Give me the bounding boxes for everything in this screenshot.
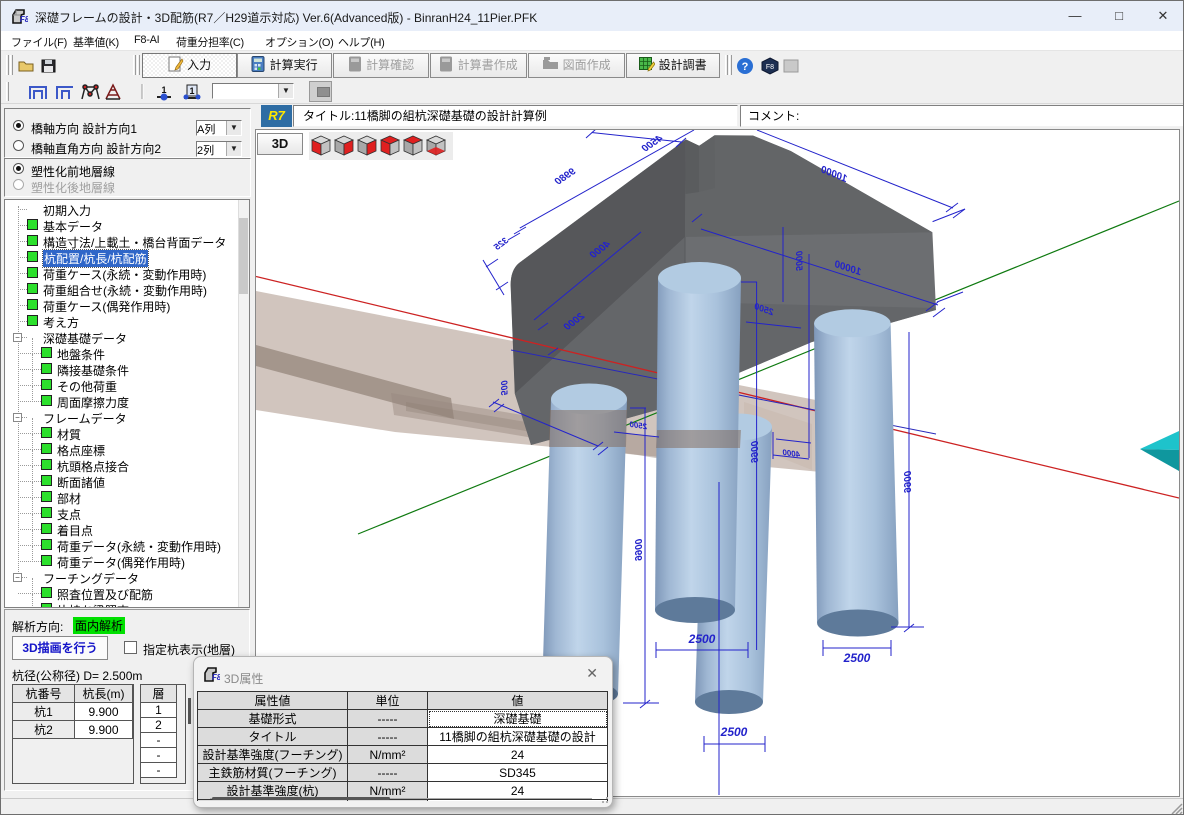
svg-text:F8: F8 — [766, 64, 774, 71]
svg-text:9980: 9980 — [553, 166, 578, 188]
svg-text:1: 1 — [161, 85, 166, 95]
svg-text:2500: 2500 — [843, 651, 871, 665]
svg-text:1: 1 — [189, 86, 194, 96]
svg-text:9900: 9900 — [901, 470, 912, 493]
svg-text:F8: F8 — [212, 673, 220, 682]
svg-text:5000: 5000 — [794, 251, 804, 271]
svg-text:2500: 2500 — [720, 725, 748, 739]
svg-text:9900: 9900 — [748, 440, 759, 463]
svg-text:9900: 9900 — [632, 538, 643, 561]
svg-text:325: 325 — [491, 235, 510, 253]
svg-text:500: 500 — [499, 380, 509, 395]
svg-text:4500: 4500 — [640, 133, 666, 155]
svg-text:?: ? — [742, 61, 749, 73]
svg-text:F8: F8 — [20, 15, 28, 24]
svg-text:2500: 2500 — [688, 632, 716, 646]
